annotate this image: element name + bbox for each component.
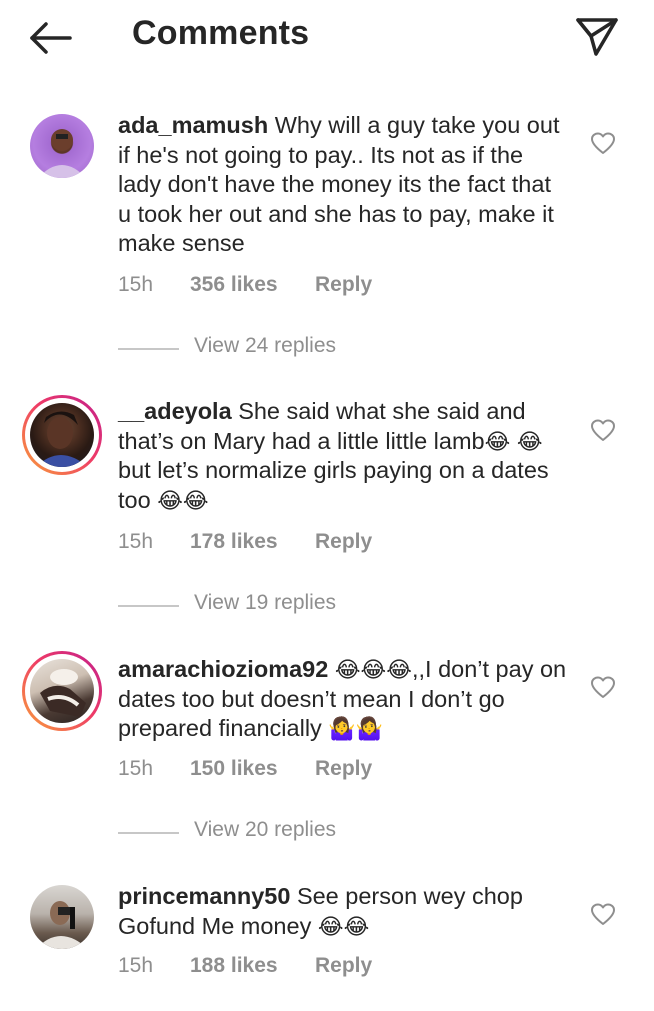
profile-photo (36, 901, 88, 949)
avatar (30, 659, 94, 723)
comment-time: 15h (118, 530, 154, 553)
tears-of-joy-emoji: 😂😂 (317, 914, 370, 940)
comment-username[interactable]: princemanny50 (118, 883, 290, 909)
tears-of-joy-emoji: 😂 (484, 429, 511, 455)
story-ring[interactable] (22, 651, 102, 731)
divider-line (118, 348, 179, 350)
comment-text: princemanny50 See person wey chop Gofund… (118, 882, 568, 941)
comment-time: 15h (118, 273, 154, 296)
view-replies-label: View 20 replies (194, 818, 337, 841)
comment-text: __adeyola She said what she said and tha… (118, 397, 568, 515)
comment-time: 15h (118, 757, 154, 780)
likes-count[interactable]: 356 likes (190, 273, 315, 297)
comment-meta: 15h 178 likes Reply (118, 530, 372, 554)
profile-photo (36, 411, 88, 467)
heart-icon (591, 676, 615, 698)
likes-count[interactable]: 188 likes (190, 954, 315, 978)
divider-line (118, 832, 179, 834)
send-paper-plane-icon (576, 18, 618, 56)
tears-of-joy-emoji: 😂😂😂 (334, 658, 412, 683)
likes-count[interactable]: 150 likes (190, 757, 315, 781)
like-button[interactable] (590, 675, 616, 701)
avatar[interactable] (30, 885, 94, 949)
back-button[interactable] (26, 18, 76, 58)
reply-button[interactable]: Reply (315, 757, 372, 781)
story-ring[interactable] (22, 395, 102, 475)
like-button[interactable] (590, 418, 616, 444)
reply-button[interactable]: Reply (315, 273, 372, 297)
heart-icon (591, 903, 615, 925)
page-title: Comments (132, 14, 310, 52)
comment-meta: 15h 356 likes Reply (118, 273, 372, 297)
comment-meta: 15h 188 likes Reply (118, 954, 372, 978)
send-button[interactable] (574, 15, 620, 59)
reply-button[interactable]: Reply (315, 530, 372, 554)
like-button[interactable] (590, 902, 616, 928)
like-button[interactable] (590, 131, 616, 157)
comment-text: amarachiozioma92 😂😂😂,,I don’t pay on dat… (118, 655, 568, 744)
heart-icon (591, 419, 615, 441)
comment-username[interactable]: amarachiozioma92 (118, 656, 328, 682)
tears-of-joy-emoji: 😂 (516, 429, 543, 455)
avatar[interactable] (30, 114, 94, 178)
comment-username[interactable]: ada_mamush (118, 112, 268, 138)
tears-of-joy-emoji: 😂😂 (157, 488, 209, 514)
profile-photo (40, 669, 86, 717)
view-replies-label: View 19 replies (194, 591, 337, 614)
heart-icon (591, 132, 615, 154)
avatar (30, 403, 94, 467)
divider-line (118, 605, 179, 607)
likes-count[interactable]: 178 likes (190, 530, 315, 554)
profile-photo (38, 129, 86, 178)
arrow-left-icon (30, 22, 72, 54)
reply-button[interactable]: Reply (315, 954, 372, 978)
header-bar: Comments (0, 0, 654, 80)
view-replies-label: View 24 replies (194, 334, 337, 357)
comment-time: 15h (118, 954, 154, 977)
woman-shrugging-emoji: 🤷‍♀️🤷‍♀️ (328, 717, 384, 742)
comment-text: ada_mamush Why will a guy take you out i… (118, 111, 568, 259)
comment-username[interactable]: __adeyola (118, 398, 232, 424)
comment-meta: 15h 150 likes Reply (118, 757, 372, 781)
